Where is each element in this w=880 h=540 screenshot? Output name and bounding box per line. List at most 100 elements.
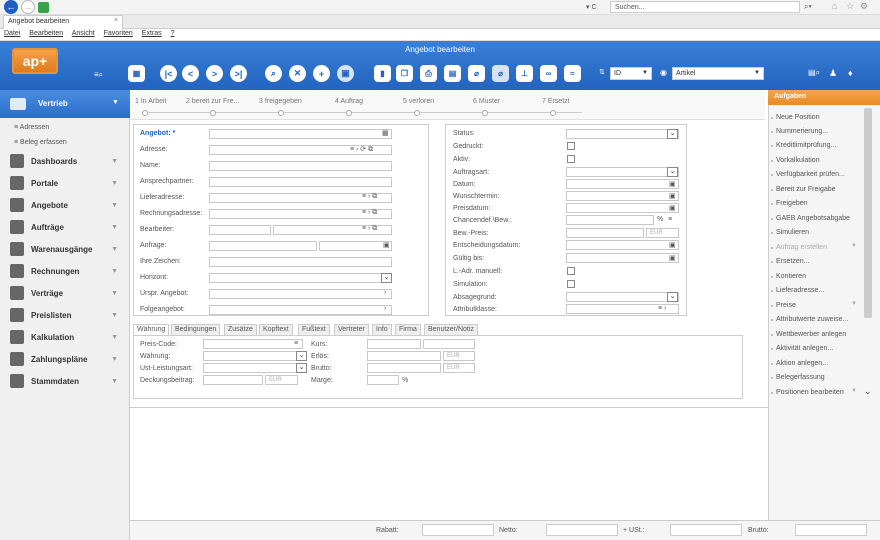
- sidebar-item-kalkulation[interactable]: Kalkulation ▼: [0, 326, 130, 348]
- step-ersetzt[interactable]: 7 Ersetzt: [542, 98, 570, 105]
- sidebar-item-dashboards[interactable]: Dashboards ▼: [0, 150, 130, 172]
- menu-help[interactable]: ?: [171, 30, 175, 37]
- sidebar-item-stammdaten[interactable]: Stammdaten ▼: [0, 370, 130, 392]
- browser-search-input[interactable]: Suchen...: [610, 1, 800, 13]
- calendar-icon[interactable]: ▣: [669, 241, 676, 249]
- attachment-icon[interactable]: ⌀: [468, 65, 485, 82]
- browser-tab[interactable]: Angebot bearbeiten ×: [3, 15, 123, 29]
- calendar-icon[interactable]: ▣: [669, 180, 676, 188]
- task-aktivitaet[interactable]: Aktivität anlegen...: [776, 345, 833, 352]
- calendar-icon[interactable]: ▣: [669, 254, 676, 262]
- feed-icon[interactable]: ≈: [564, 65, 581, 82]
- sidebar-sub-beleg-erfassen[interactable]: ≡ Beleg erfassen: [14, 139, 67, 146]
- save-icon[interactable]: ▣: [337, 65, 354, 82]
- sidebar-sub-adressen[interactable]: ≡ Adressen: [14, 124, 49, 131]
- task-lieferadresse[interactable]: Lieferadresse...: [776, 287, 824, 294]
- menu-favoriten[interactable]: Favoriten: [104, 30, 133, 37]
- waehrung-select[interactable]: [203, 351, 307, 361]
- structure-icon[interactable]: ⊥: [516, 65, 533, 82]
- chevron-down-icon[interactable]: ⌄: [667, 167, 678, 177]
- sidebar-search-icon[interactable]: ≡⌕: [94, 70, 103, 80]
- task-attributwerte[interactable]: Attributwerte zuweise...: [776, 316, 848, 323]
- chevron-down-icon[interactable]: ⌄: [667, 129, 678, 139]
- anfrage-input[interactable]: [209, 241, 317, 251]
- sidebar-item-angebote[interactable]: Angebote ▼: [0, 194, 130, 216]
- next-record-icon[interactable]: >: [206, 65, 223, 82]
- chevron-down-icon[interactable]: ▼: [754, 70, 760, 76]
- location-pin-icon[interactable]: ♦: [848, 68, 853, 78]
- sidebar-item-preislisten[interactable]: Preislisten ▼: [0, 304, 130, 326]
- cancel-icon[interactable]: ✕: [289, 65, 306, 82]
- address-actions-icon[interactable]: ≡ › ⧉: [362, 225, 377, 233]
- gear-icon[interactable]: ⚙: [860, 1, 868, 12]
- address-actions-icon[interactable]: ≡ › ⧉: [362, 209, 377, 217]
- l-adr-manuell-checkbox[interactable]: [567, 267, 575, 275]
- sidebar-item-warenausgaenge[interactable]: Warenausgänge ▼: [0, 238, 130, 260]
- task-gaeb[interactable]: GAEB Angebotsabgabe: [776, 215, 850, 222]
- menu-datei[interactable]: Datei: [4, 30, 20, 37]
- step-auftrag[interactable]: 4 Auftrag: [335, 98, 363, 105]
- copy-icon[interactable]: ❐: [396, 65, 413, 82]
- grid-icon[interactable]: ▦: [382, 129, 389, 137]
- task-neue-position[interactable]: Neue Position: [776, 114, 820, 121]
- step-verloren[interactable]: 5 verloren: [403, 98, 434, 105]
- name-input[interactable]: [209, 161, 392, 171]
- calendar-icon[interactable]: ▣: [669, 192, 676, 200]
- aktiv-checkbox[interactable]: [567, 155, 575, 163]
- chevron-down-icon[interactable]: ▼: [642, 70, 648, 76]
- back-arrow-icon[interactable]: ←: [4, 0, 18, 14]
- entscheidungsdatum-input[interactable]: [566, 240, 679, 250]
- positions-grid[interactable]: [130, 407, 768, 520]
- kurs-input[interactable]: [367, 339, 421, 349]
- wunschtermin-input[interactable]: [566, 191, 679, 201]
- task-vorkalkulation[interactable]: Vorkalkulation: [776, 157, 820, 164]
- list-icon[interactable]: ≡: [668, 216, 672, 223]
- task-preise[interactable]: Preise: [776, 302, 796, 309]
- task-belegerfassung[interactable]: Belegerfassung: [776, 374, 825, 381]
- task-wettbewerber[interactable]: Wettbewerber anlegen: [776, 331, 846, 338]
- preis-code-input[interactable]: [203, 339, 303, 349]
- document-icon[interactable]: ▤: [444, 65, 461, 82]
- ust-leistungsart-select[interactable]: [203, 363, 307, 373]
- article-select[interactable]: Artikel ▼: [672, 67, 764, 80]
- preisdatum-input[interactable]: [566, 203, 679, 213]
- star-icon[interactable]: ☆: [846, 1, 854, 12]
- kurs-input-2[interactable]: [423, 339, 475, 349]
- forward-arrow-icon[interactable]: →: [21, 0, 35, 14]
- tasks-scrollbar[interactable]: [864, 108, 872, 318]
- anfrage-date-input[interactable]: [319, 241, 392, 251]
- task-bereit-zur-freigabe[interactable]: Bereit zur Freigabe: [776, 186, 836, 193]
- add-icon[interactable]: +: [313, 65, 330, 82]
- chevron-right-icon[interactable]: ›: [384, 289, 386, 296]
- angebot-input[interactable]: [209, 129, 392, 139]
- home-icon[interactable]: ⌂: [832, 1, 837, 11]
- delete-icon[interactable]: ▮: [374, 65, 391, 82]
- task-kontieren[interactable]: Kontieren: [776, 273, 806, 280]
- step-bereit[interactable]: 2 bereit zur Fre...: [186, 98, 239, 105]
- menu-extras[interactable]: Extras: [142, 30, 162, 37]
- chevron-down-icon[interactable]: ⌄: [381, 273, 392, 283]
- search-icon[interactable]: ⌕: [265, 65, 282, 82]
- marge-input[interactable]: [367, 375, 399, 385]
- chevron-down-icon[interactable]: ▼: [851, 388, 857, 394]
- first-record-icon[interactable]: |<: [160, 65, 177, 82]
- list-icon[interactable]: ≡ ›: [658, 305, 666, 312]
- chancendef-input[interactable]: [566, 215, 654, 225]
- menu-bearbeiten[interactable]: Bearbeiten: [29, 30, 63, 37]
- bearbeiter-input[interactable]: [209, 225, 271, 235]
- eye-icon[interactable]: ◉: [660, 68, 667, 77]
- sort-icon[interactable]: ⇅: [599, 68, 605, 76]
- bew-preis-input[interactable]: [566, 228, 644, 238]
- user-icon[interactable]: ♟: [829, 68, 837, 79]
- gedruckt-checkbox[interactable]: [567, 142, 575, 150]
- folgeangebot-input[interactable]: [209, 305, 392, 315]
- sidebar-item-portale[interactable]: Portale ▼: [0, 172, 130, 194]
- simulation-checkbox[interactable]: [567, 280, 575, 288]
- task-simulieren[interactable]: Simulieren: [776, 229, 809, 236]
- horizont-select[interactable]: [209, 273, 392, 283]
- close-icon[interactable]: ×: [114, 17, 118, 24]
- task-freigeben[interactable]: Freigeben: [776, 200, 808, 207]
- ansprechpartner-input[interactable]: [209, 177, 392, 187]
- list-icon[interactable]: ≡: [294, 340, 298, 347]
- task-verfuegbarkeit[interactable]: Verfügbarkeit prüfen...: [776, 171, 845, 178]
